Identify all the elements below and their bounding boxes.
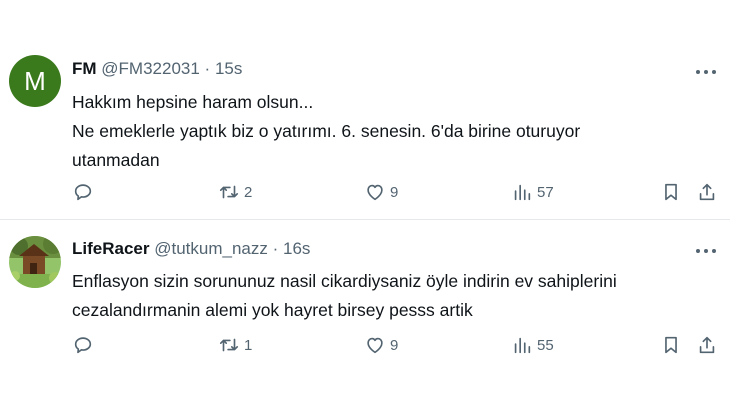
separator: ·	[204, 59, 211, 78]
handle[interactable]: @tutkum_nazz	[154, 239, 268, 258]
tweet[interactable]: LifeRacer @tutkum_nazz · 16s Enflasyon s…	[0, 219, 730, 420]
views-icon	[514, 337, 531, 354]
views-icon	[514, 184, 531, 201]
separator: ·	[272, 239, 279, 258]
timestamp[interactable]: 15s	[215, 59, 242, 78]
action-bar: 1 9 55	[0, 331, 730, 359]
tweet-text: Hakkım hepsine haram olsun... Ne emekler…	[72, 88, 710, 175]
action-bar: 2 9 57	[0, 178, 730, 206]
reply-icon	[74, 337, 92, 354]
tweet[interactable]: M FM @FM322031 · 15s Hakkım hepsine hara…	[0, 0, 730, 219]
tweet-text-line: Enflasyon sizin sorununuz nasil cikardiy…	[72, 271, 617, 291]
retweet-count: 1	[244, 336, 253, 354]
display-name[interactable]: FM	[72, 59, 97, 78]
like-button[interactable]: 9	[364, 331, 398, 359]
retweet-button[interactable]: 1	[218, 331, 252, 359]
tweet-text: Enflasyon sizin sorununuz nasil cikardiy…	[72, 267, 710, 325]
share-icon	[699, 336, 715, 354]
avatar[interactable]	[9, 236, 61, 288]
tweet-header: FM @FM322031 · 15s	[72, 59, 242, 79]
views-count: 57	[537, 183, 554, 201]
bookmark-icon	[665, 336, 677, 354]
like-count: 9	[390, 336, 399, 354]
reply-button[interactable]	[72, 178, 94, 206]
timestamp[interactable]: 16s	[283, 239, 310, 258]
retweet-icon	[219, 185, 239, 199]
reply-button[interactable]	[72, 331, 94, 359]
tweet-text-line: Hakkım hepsine haram olsun...	[72, 92, 314, 112]
bookmark-button[interactable]	[660, 331, 682, 359]
like-icon	[367, 184, 383, 201]
tweet-text-line: utanmadan	[72, 150, 160, 170]
tweet-text-line: Ne emeklerle yaptık biz o yatırımı. 6. s…	[72, 121, 581, 141]
retweet-icon	[219, 338, 239, 352]
like-count: 9	[390, 183, 399, 201]
more-icon[interactable]	[694, 62, 718, 82]
share-button[interactable]	[696, 178, 718, 206]
avatar[interactable]: M	[9, 55, 61, 107]
handle[interactable]: @FM322031	[101, 59, 200, 78]
display-name[interactable]: LifeRacer	[72, 239, 149, 258]
retweet-count: 2	[244, 183, 253, 201]
reply-icon	[74, 184, 92, 201]
tweet-header: LifeRacer @tutkum_nazz · 16s	[72, 239, 310, 259]
avatar-image	[9, 236, 61, 288]
bookmark-icon	[665, 183, 677, 201]
views-count: 55	[537, 336, 554, 354]
like-button[interactable]: 9	[364, 178, 398, 206]
tweet-text-line: cezalandırmanin alemi yok hayret birsey …	[72, 300, 473, 320]
like-icon	[367, 337, 383, 354]
avatar-letter: M	[24, 66, 46, 96]
views-button[interactable]: 57	[511, 178, 554, 206]
share-button[interactable]	[696, 331, 718, 359]
views-button[interactable]: 55	[511, 331, 554, 359]
share-icon	[699, 183, 715, 201]
bookmark-button[interactable]	[660, 178, 682, 206]
tweet-feed: M FM @FM322031 · 15s Hakkım hepsine hara…	[0, 0, 730, 420]
retweet-button[interactable]: 2	[218, 178, 252, 206]
more-icon[interactable]	[694, 241, 718, 261]
